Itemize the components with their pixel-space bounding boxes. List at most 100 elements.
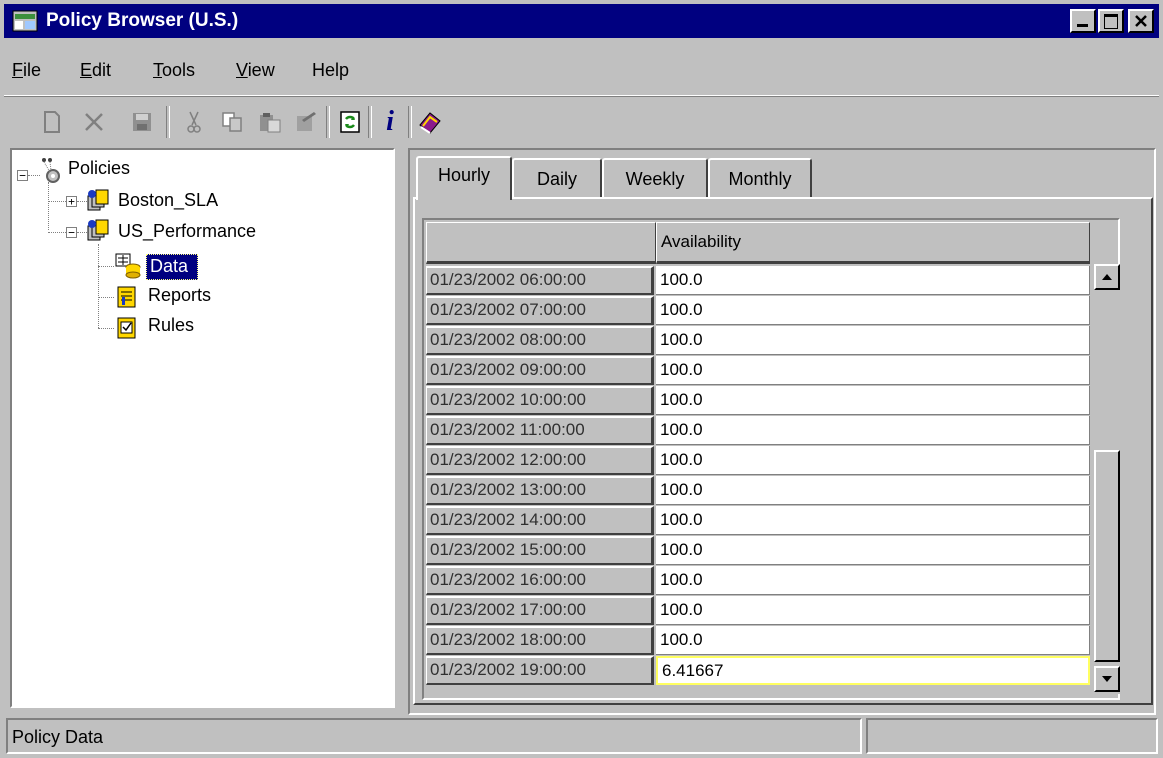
tree-item-data[interactable]: Data: [146, 254, 198, 280]
availability-cell[interactable]: 100.0: [656, 386, 1090, 415]
table-row[interactable]: 01/23/2002 17:00:00 100.0: [426, 596, 1090, 625]
menu-help[interactable]: Help: [312, 60, 349, 81]
scrollbar-thumb[interactable]: [1094, 450, 1120, 662]
row-header-timestamp[interactable]: 01/23/2002 19:00:00: [426, 656, 654, 685]
scroll-up-button[interactable]: [1094, 264, 1120, 290]
table-row[interactable]: 01/23/2002 18:00:00 100.0: [426, 626, 1090, 655]
availability-cell[interactable]: 100.0: [656, 536, 1090, 565]
arrow-down-icon: [1102, 676, 1112, 682]
properties-button[interactable]: [290, 104, 322, 140]
row-header-timestamp[interactable]: 01/23/2002 10:00:00: [426, 386, 654, 415]
title-bar[interactable]: Policy Browser (U.S.): [4, 4, 1159, 38]
row-header-timestamp[interactable]: 01/23/2002 15:00:00: [426, 536, 654, 565]
row-header-timestamp[interactable]: 01/23/2002 13:00:00: [426, 476, 654, 505]
info-button[interactable]: i: [374, 104, 406, 140]
availability-cell[interactable]: 100.0: [656, 296, 1090, 325]
tab-daily[interactable]: Daily: [512, 158, 602, 198]
menu-view[interactable]: View: [236, 60, 275, 81]
menu-help-label: Help: [312, 60, 350, 80]
copy-button[interactable]: [216, 104, 248, 140]
tree-connector: [98, 328, 114, 329]
row-header-timestamp[interactable]: 01/23/2002 08:00:00: [426, 326, 654, 355]
row-header-timestamp[interactable]: 01/23/2002 16:00:00: [426, 566, 654, 595]
availability-cell[interactable]: 100.0: [656, 446, 1090, 475]
menu-file-label: ile: [23, 60, 42, 80]
row-header-corner: [426, 222, 656, 264]
tree-item-reports[interactable]: Reports: [148, 285, 211, 306]
tree-item-boston-sla[interactable]: Boston_SLA: [118, 190, 218, 211]
tree-connector: [98, 266, 114, 267]
help-book-button[interactable]: [414, 104, 446, 140]
table-row[interactable]: 01/23/2002 09:00:00 100.0: [426, 356, 1090, 385]
cut-button[interactable]: [178, 104, 210, 140]
menu-tools-mnemonic: T: [153, 60, 162, 80]
tree-item-us-performance[interactable]: US_Performance: [118, 221, 256, 242]
paste-button[interactable]: [254, 104, 286, 140]
policy-tree: − Policies + Boston_SLA − US_Performance: [10, 148, 395, 708]
row-header-timestamp[interactable]: 01/23/2002 12:00:00: [426, 446, 654, 475]
table-row[interactable]: 01/23/2002 12:00:00 100.0: [426, 446, 1090, 475]
minimize-icon: [1077, 24, 1088, 27]
collapse-icon[interactable]: −: [17, 170, 28, 181]
availability-cell[interactable]: 100.0: [656, 416, 1090, 445]
table-row[interactable]: 01/23/2002 14:00:00 100.0: [426, 506, 1090, 535]
availability-cell[interactable]: 100.0: [656, 476, 1090, 505]
data-icon: [115, 253, 141, 279]
availability-cell[interactable]: 100.0: [656, 596, 1090, 625]
delete-button[interactable]: [78, 104, 110, 140]
table-row[interactable]: 01/23/2002 10:00:00 100.0: [426, 386, 1090, 415]
tab-monthly-label: Monthly: [728, 168, 792, 189]
status-bar: Policy Data: [6, 718, 862, 754]
row-header-timestamp[interactable]: 01/23/2002 17:00:00: [426, 596, 654, 625]
row-header-timestamp[interactable]: 01/23/2002 06:00:00: [426, 266, 654, 295]
collapse-icon[interactable]: −: [66, 227, 77, 238]
save-button[interactable]: [126, 104, 158, 140]
tree-item-rules[interactable]: Rules: [148, 315, 194, 336]
maximize-button[interactable]: [1098, 9, 1124, 33]
row-header-timestamp[interactable]: 01/23/2002 11:00:00: [426, 416, 654, 445]
table-row[interactable]: 01/23/2002 16:00:00 100.0: [426, 566, 1090, 595]
menu-tools[interactable]: Tools: [153, 60, 195, 81]
tab-monthly[interactable]: Monthly: [708, 158, 812, 198]
tab-weekly[interactable]: Weekly: [602, 158, 708, 198]
row-header-timestamp[interactable]: 01/23/2002 07:00:00: [426, 296, 654, 325]
table-row[interactable]: 01/23/2002 07:00:00 100.0: [426, 296, 1090, 325]
tree-root-label[interactable]: Policies: [68, 158, 130, 179]
refresh-button[interactable]: [334, 104, 366, 140]
scroll-down-button[interactable]: [1094, 666, 1120, 692]
availability-cell[interactable]: 100.0: [656, 266, 1090, 295]
menu-edit[interactable]: Edit: [80, 60, 111, 81]
table-row[interactable]: 01/23/2002 15:00:00 100.0: [426, 536, 1090, 565]
table-row[interactable]: 01/23/2002 08:00:00 100.0: [426, 326, 1090, 355]
new-button[interactable]: [36, 104, 68, 140]
menu-file[interactable]: File: [12, 60, 41, 81]
row-header-timestamp[interactable]: 01/23/2002 18:00:00: [426, 626, 654, 655]
availability-cell[interactable]: 100.0: [656, 506, 1090, 535]
column-header-availability[interactable]: Availability: [656, 222, 1090, 264]
close-button[interactable]: [1128, 9, 1154, 33]
policies-icon: [42, 158, 60, 183]
rules-icon: [117, 317, 136, 339]
toolbar-separator: [408, 106, 412, 138]
availability-cell[interactable]: 6.41667: [656, 656, 1090, 685]
expand-icon[interactable]: +: [66, 196, 77, 207]
tree-connector: [98, 244, 99, 328]
availability-cell[interactable]: 100.0: [656, 356, 1090, 385]
tab-hourly-label: Hourly: [437, 164, 490, 185]
table-row[interactable]: 01/23/2002 13:00:00 100.0: [426, 476, 1090, 505]
availability-cell[interactable]: 100.0: [656, 566, 1090, 595]
minimize-button[interactable]: [1070, 9, 1096, 33]
tab-hourly[interactable]: Hourly: [416, 156, 512, 200]
row-header-timestamp[interactable]: 01/23/2002 14:00:00: [426, 506, 654, 535]
table-row[interactable]: 01/23/2002 11:00:00 100.0: [426, 416, 1090, 445]
availability-cell[interactable]: 100.0: [656, 326, 1090, 355]
table-row[interactable]: 01/23/2002 19:00:00 6.41667: [426, 656, 1090, 685]
table-row[interactable]: 01/23/2002 06:00:00 100.0: [426, 266, 1090, 295]
row-header-timestamp[interactable]: 01/23/2002 09:00:00: [426, 356, 654, 385]
toolbar-separator: [326, 106, 330, 138]
tree-connector: [48, 201, 66, 202]
close-icon: [1135, 15, 1147, 27]
paste-icon: [260, 113, 281, 133]
splitter[interactable]: [400, 148, 403, 714]
availability-cell[interactable]: 100.0: [656, 626, 1090, 655]
